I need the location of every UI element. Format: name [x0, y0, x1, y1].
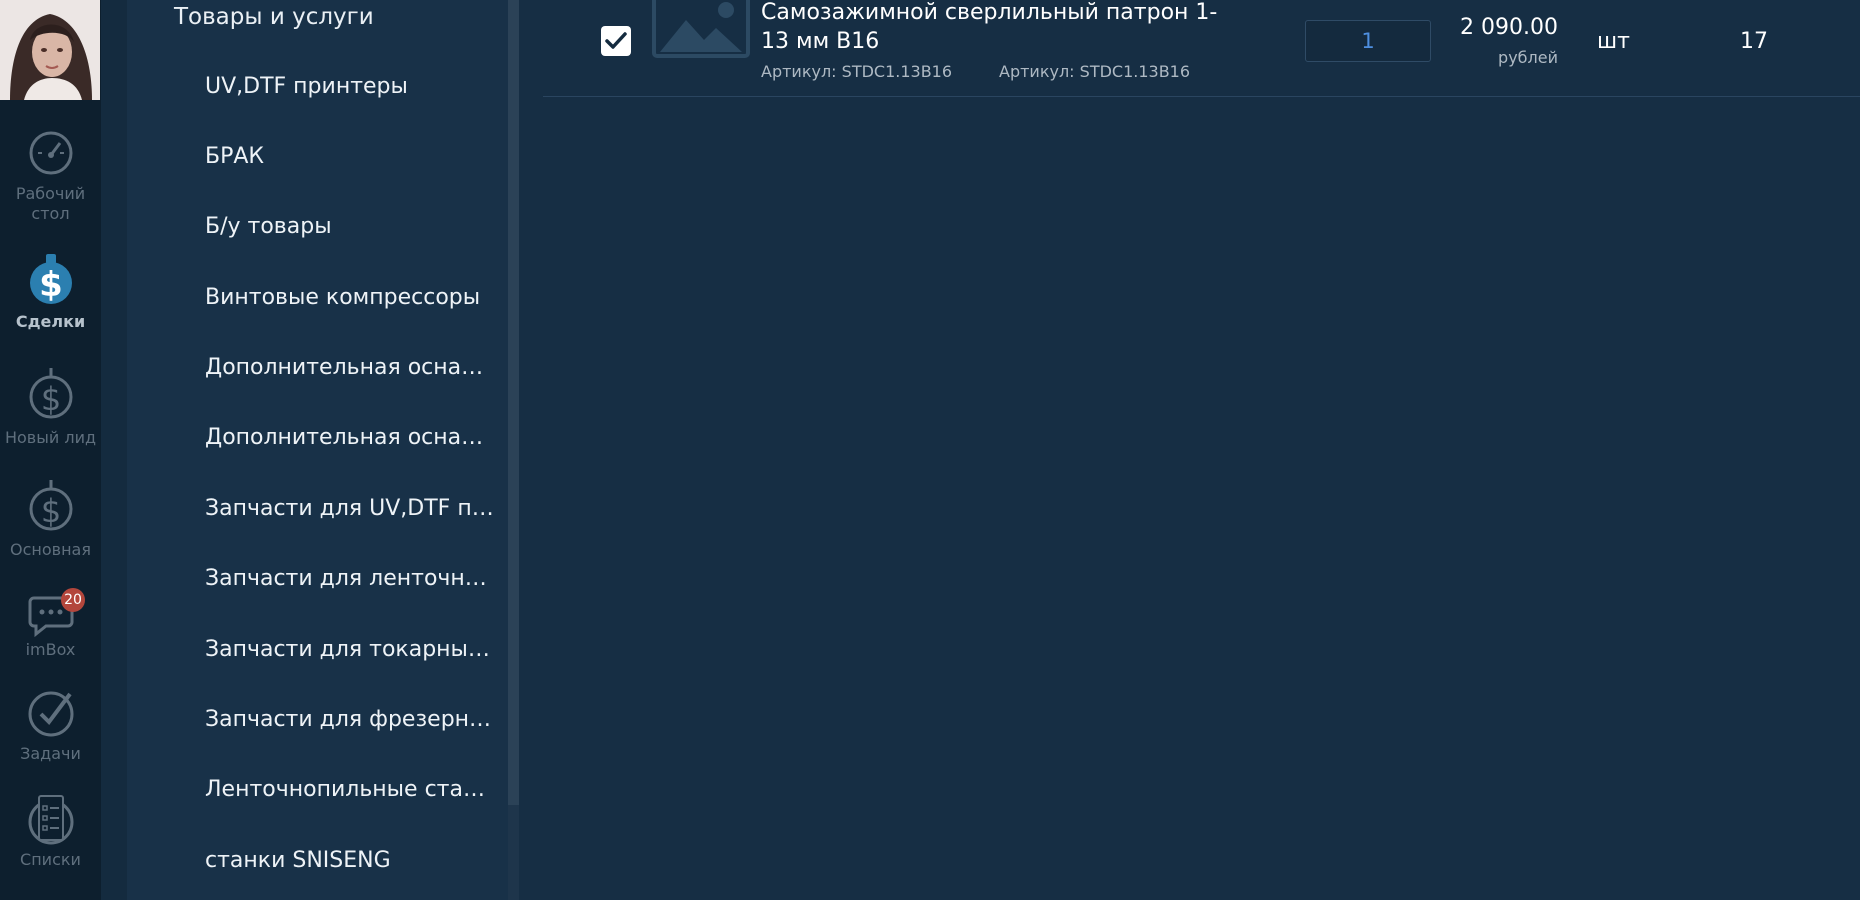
product-price: 2 090.00 — [1460, 15, 1558, 40]
product-row[interactable]: Самозажимной сверлильный патрон 1-13 мм … — [543, 0, 1860, 97]
avatar[interactable] — [0, 0, 100, 100]
dollar-main-icon: $ — [29, 480, 72, 531]
rail-item-new-lead[interactable]: $ Новый лид — [0, 366, 101, 448]
catalog-scrollbar-track[interactable] — [508, 805, 519, 900]
rail-item-lists[interactable]: Списки — [0, 792, 101, 870]
catalog-item[interactable]: Дополнительная оснастка — [205, 424, 495, 452]
product-sku: Артикул: STDC1.13B16 — [761, 62, 953, 81]
dollar-deals-icon: $ — [29, 254, 72, 305]
catalog-item[interactable]: Б/у товары — [205, 213, 495, 241]
catalog-item[interactable]: UV,DTF принтеры — [205, 73, 495, 101]
rail-item-deals[interactable]: $ Сделки — [0, 252, 101, 332]
svg-text:$: $ — [40, 492, 60, 530]
rail-item-label: Списки — [20, 850, 81, 869]
rail-item-imbox[interactable]: 20 imBox — [0, 588, 101, 660]
catalog-scrollbar-thumb[interactable] — [508, 0, 519, 805]
product-stock: 17 — [1740, 29, 1768, 54]
catalog-item[interactable]: Винтовые компрессоры — [205, 284, 495, 312]
list-icon — [28, 795, 73, 845]
check-circle-icon — [28, 691, 73, 737]
left-rail: Рабочий стол $ Сделки $ Новый лид $ Осно… — [0, 0, 101, 900]
rail-item-label: Задачи — [20, 744, 81, 763]
catalog-title: Товары и услуги — [174, 4, 374, 30]
rail-item-label: Новый лид — [4, 428, 97, 447]
svg-text:$: $ — [39, 265, 63, 305]
catalog-item[interactable]: Ленточнопильные станки — [205, 776, 495, 804]
app-window: Рабочий стол $ Сделки $ Новый лид $ Осно… — [0, 0, 1860, 900]
rail-item-tasks[interactable]: Задачи — [0, 688, 101, 764]
quantity-input[interactable] — [1305, 20, 1431, 62]
svg-text:$: $ — [40, 380, 60, 418]
catalog-item[interactable]: БРАК — [205, 143, 495, 171]
catalog-item[interactable]: Запчасти для UV,DTF принтеров — [205, 495, 495, 523]
dollar-lead-icon: $ — [29, 368, 72, 419]
rail-item-main[interactable]: $ Основная — [0, 478, 101, 560]
catalog-sidebar: Товары и услуги UV,DTF принтеры БРАК Б/у… — [127, 0, 508, 900]
price-currency: рублей — [1498, 48, 1558, 67]
product-name[interactable]: Самозажимной сверлильный патрон 1-13 мм … — [761, 0, 1231, 56]
catalog-item[interactable]: Запчасти для ленточнопильных станков — [205, 565, 495, 593]
catalog-item[interactable]: Дополнительная оснастка — [205, 354, 495, 382]
catalog-item[interactable]: станки SNISENG — [205, 847, 495, 875]
rail-item-dashboard[interactable]: Рабочий стол — [0, 128, 101, 224]
rail-item-label: imBox — [25, 640, 76, 659]
rail-item-label: Основная — [10, 540, 91, 559]
rail-item-label: Рабочий стол — [15, 184, 86, 223]
checkmark-icon — [605, 32, 627, 49]
catalog-item[interactable]: Запчасти для токарных станков — [205, 636, 495, 664]
catalog-item[interactable]: Запчасти для фрезерных станков — [205, 706, 495, 734]
product-unit: шт — [1597, 29, 1630, 54]
dashboard-gauge-icon — [29, 131, 72, 175]
product-select-checkbox[interactable] — [601, 26, 631, 56]
unread-badge: 20 — [61, 588, 85, 612]
product-sku: Артикул: STDC1.13B16 — [999, 62, 1191, 81]
rail-item-label: Сделки — [15, 312, 86, 331]
product-list: Самозажимной сверлильный патрон 1-13 мм … — [519, 0, 1860, 900]
